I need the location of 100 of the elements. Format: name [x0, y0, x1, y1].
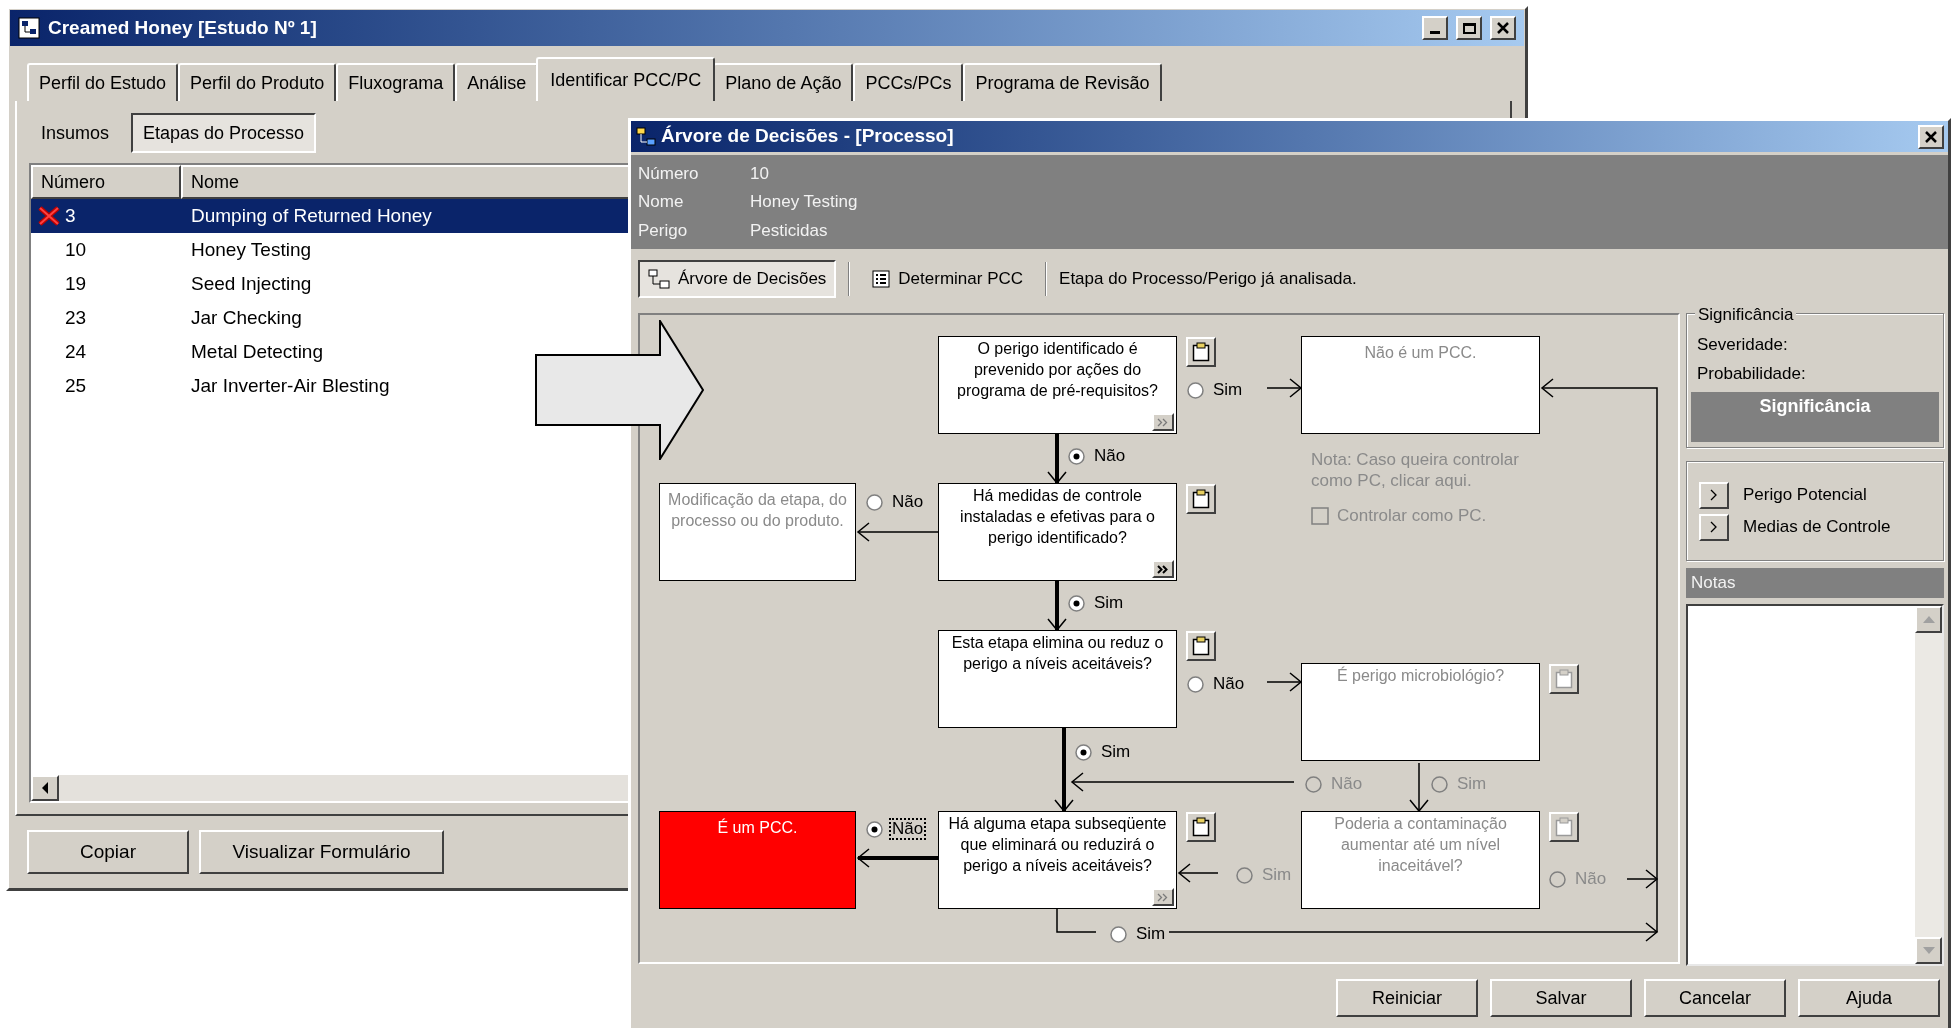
field-label: Número — [638, 162, 700, 185]
significance-result: Significância — [1691, 392, 1939, 442]
button[interactable]: Copiar — [27, 830, 189, 874]
arrow-down-icon — [1922, 947, 1935, 954]
double-chevron-icon — [1157, 564, 1169, 574]
box-text: Há medidas de controle instaladas e efetivas para o perigo identificado? — [960, 487, 1155, 546]
button[interactable]: Ajuda — [1798, 979, 1940, 1017]
table-cell-text: 19 — [64, 271, 87, 296]
clipboard-icon — [1555, 669, 1573, 689]
subtab[interactable]: Etapas do Processo — [131, 113, 317, 153]
radio-icon — [1110, 925, 1127, 943]
tab[interactable]: Plano de Ação — [713, 63, 854, 101]
expand-button[interactable] — [1699, 513, 1729, 541]
radio-icon — [1068, 594, 1085, 612]
button[interactable]: Visualizar Formulário — [199, 830, 444, 874]
tab[interactable]: Perfil do Produto — [178, 63, 337, 101]
radio-option[interactable]: Sim — [1187, 379, 1246, 401]
scroll-left-button[interactable] — [31, 775, 59, 801]
toolbar-button[interactable]: Determinar PCC — [862, 259, 1034, 298]
chevron-right-icon — [1710, 489, 1718, 501]
button[interactable]: Reiniciar — [1336, 979, 1478, 1017]
link-label: Medias de Controle — [1743, 516, 1891, 539]
table-row[interactable]: 23 Jar Checking — [31, 301, 631, 335]
selected-row[interactable]: 3 Dumping of Returned Honey — [31, 199, 631, 233]
clipboard-icon — [1192, 817, 1210, 837]
notes-button[interactable] — [1186, 631, 1216, 661]
table-cell-text: 23 — [64, 305, 87, 330]
window-title: Creamed Honey [Estudo Nº 1] — [48, 15, 318, 40]
tab[interactable]: Programa de Revisão — [963, 63, 1162, 101]
field-label: Nome — [638, 191, 685, 214]
scroll-down-button[interactable] — [1915, 937, 1942, 964]
subtab[interactable]: Insumos — [29, 113, 122, 153]
vertical-scrollbar[interactable] — [1915, 606, 1942, 964]
expand-button[interactable] — [1152, 560, 1174, 578]
field-label: Severidade: — [1697, 334, 1789, 356]
big-arrow-icon — [535, 320, 705, 460]
radio-option[interactable]: Não — [1187, 673, 1248, 695]
clipboard-icon — [1555, 817, 1573, 837]
table-cell-text: 24 — [64, 339, 87, 364]
field-label: Perigo — [638, 219, 689, 242]
double-chevron-icon — [1157, 892, 1169, 902]
close-button[interactable] — [1490, 16, 1516, 40]
minimize-button[interactable] — [1422, 16, 1448, 40]
tab[interactable]: Identificar PCC/PC — [536, 57, 716, 101]
maximize-button[interactable] — [1456, 16, 1482, 40]
radio-option[interactable]: Não — [1068, 445, 1129, 467]
table-row[interactable]: 10 Honey Testing — [31, 233, 631, 267]
radio-option[interactable]: Sim — [1110, 923, 1169, 945]
box-text: Há alguma etapa subseqüente que eliminará ou reduzirá o perigo a níveis aceitáveis? — [948, 815, 1167, 874]
table-cell-text: Jar Checking — [190, 305, 302, 330]
chevron-right-icon — [1710, 521, 1718, 533]
field-value: Honey Testing — [750, 191, 859, 214]
tab[interactable]: Perfil do Estudo — [27, 63, 179, 101]
clipboard-icon — [1192, 489, 1210, 509]
radio-icon — [1075, 743, 1092, 761]
table-cell-text: 10 — [64, 237, 87, 262]
box-text: É um PCC. — [717, 819, 798, 836]
radio-option[interactable]: Sim — [1075, 741, 1134, 763]
box-text: Poderia a contaminação aumentar até um nível inaceitável? — [1334, 815, 1507, 874]
button[interactable]: Cancelar — [1644, 979, 1786, 1017]
dialog-title: Árvore de Decisões - [Processo] — [661, 124, 955, 149]
column-header[interactable]: Número — [31, 165, 181, 199]
close-button[interactable] — [1918, 124, 1944, 149]
tab[interactable]: PCCs/PCs — [853, 63, 964, 101]
list-icon — [872, 269, 891, 288]
radio-icon — [1549, 870, 1566, 888]
radio-option[interactable]: Sim — [1068, 592, 1127, 614]
notes-field[interactable] — [1686, 604, 1944, 966]
notes-button[interactable] — [1186, 812, 1216, 842]
notes-button[interactable] — [1186, 484, 1216, 514]
close-icon — [1925, 130, 1937, 143]
clipboard-icon — [1192, 636, 1210, 656]
table-cell-text: Jar Inverter-Air Blesting — [190, 373, 390, 398]
radio-option[interactable]: Não — [866, 491, 927, 513]
tab[interactable]: Fluxograma — [336, 63, 456, 101]
table-cell-text: Honey Testing — [190, 237, 312, 262]
notes-button[interactable] — [1186, 337, 1216, 367]
checkbox-icon — [1311, 506, 1329, 525]
box-text: Não é um PCC. — [1364, 344, 1477, 361]
box-text: O perigo identificado é prevenido por ações do programa de pré-requisitos? — [957, 340, 1158, 399]
status-text: Etapa do Processo/Perigo já analisada. — [1059, 267, 1357, 290]
table-cell-text: Metal Detecting — [190, 339, 323, 364]
radio-icon — [866, 493, 883, 511]
radio-icon — [1187, 381, 1204, 399]
radio-icon — [1187, 675, 1204, 693]
maximize-icon — [1462, 22, 1476, 34]
radio-icon — [1236, 866, 1253, 884]
scroll-up-button[interactable] — [1915, 606, 1942, 633]
table-row[interactable]: 24 Metal Detecting — [31, 335, 631, 369]
expand-button[interactable] — [1699, 481, 1729, 509]
clipboard-icon — [1192, 342, 1210, 362]
radio-icon — [1305, 775, 1322, 793]
toolbar-button[interactable]: Árvore de Decisões — [638, 259, 837, 298]
button[interactable]: Salvar — [1490, 979, 1632, 1017]
box-text: Modificação da etapa, do processo ou do produto. — [668, 491, 847, 529]
table-cell-text: 25 — [64, 373, 87, 398]
tab[interactable]: Análise — [455, 63, 539, 101]
minimize-icon — [1430, 31, 1440, 34]
note-text: Nota: Caso queira controlar como PC, clicar aqui. — [1311, 449, 1520, 491]
table-row[interactable]: 19 Seed Injecting — [31, 267, 631, 301]
